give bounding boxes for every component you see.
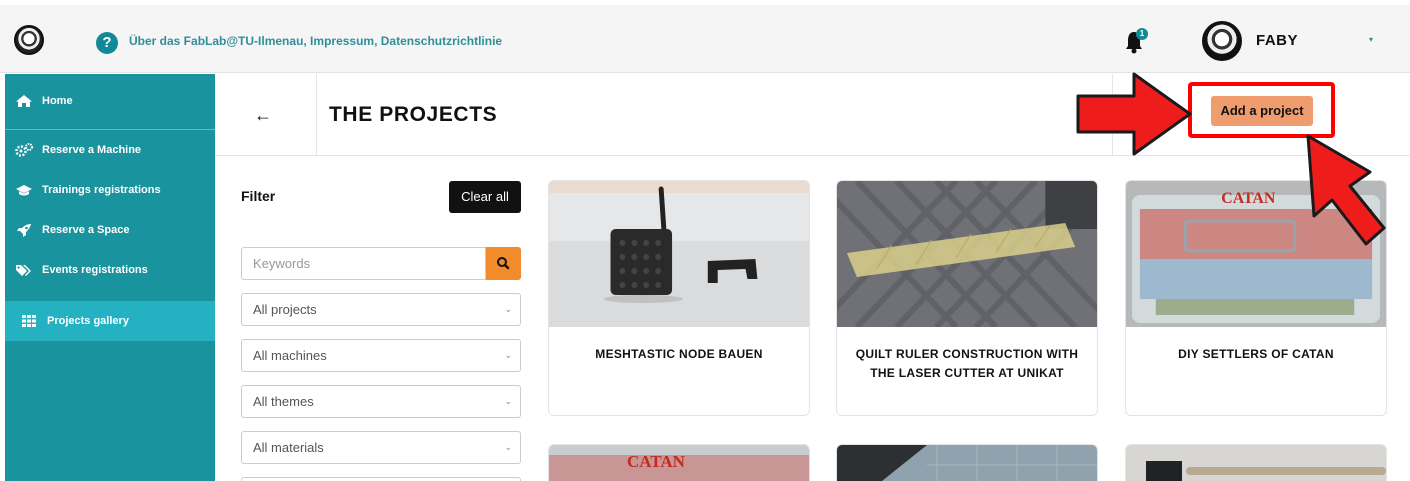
notification-badge: 1 <box>1136 28 1148 40</box>
select-value: All materials <box>253 440 324 455</box>
catan-text: CATAN <box>627 452 686 471</box>
home-icon <box>16 95 32 107</box>
chevron-down-icon: ⌄ <box>504 304 512 314</box>
gears-icon <box>15 143 33 157</box>
sidebar-item-label: Events registrations <box>42 264 148 276</box>
clear-all-button[interactable]: Clear all <box>449 181 521 213</box>
filter-select[interactable] <box>241 477 521 481</box>
top-bar: ? Über das FabLab@TU-Ilmenau, Impressum,… <box>0 5 1410 73</box>
username[interactable]: FABY <box>1256 32 1298 49</box>
project-title[interactable]: DIY SETTLERS OF CATAN <box>1140 345 1372 364</box>
sidebar-item-events[interactable]: Events registrations <box>5 251 215 289</box>
page-title: THE PROJECTS <box>329 103 498 126</box>
chevron-down-icon: ⌄ <box>504 396 512 406</box>
divider <box>316 74 317 156</box>
sidebar-item-label: Reserve a Space <box>42 224 130 236</box>
select-value: All projects <box>253 302 317 317</box>
about-link[interactable]: Über das FabLab@TU-Ilmenau, Impressum, D… <box>129 34 502 48</box>
catan-text: CATAN <box>1221 190 1276 207</box>
rocket-icon <box>17 224 31 237</box>
project-card[interactable]: CATAN <box>548 444 810 481</box>
project-card[interactable]: QUILT RULER CONSTRUCTION WITH THE LASER … <box>836 180 1098 416</box>
project-card[interactable] <box>1125 444 1387 481</box>
project-title[interactable]: QUILT RULER CONSTRUCTION WITH THE LASER … <box>851 345 1083 383</box>
sidebar-item-trainings[interactable]: Trainings registrations <box>5 171 215 209</box>
search-button[interactable] <box>486 247 521 280</box>
back-button[interactable]: ← <box>248 100 278 130</box>
projects-select[interactable]: All projects ⌄ <box>241 293 521 326</box>
chevron-down-icon[interactable]: ▾ <box>1369 35 1373 44</box>
machines-select[interactable]: All machines ⌄ <box>241 339 521 372</box>
sidebar-item-projects-gallery[interactable]: Projects gallery <box>5 301 215 341</box>
avatar[interactable] <box>1202 21 1242 61</box>
help-icon[interactable]: ? <box>96 32 118 54</box>
sidebar: Home Reserve a Machine Trainings registr… <box>5 74 215 481</box>
project-title[interactable]: MESHTASTIC NODE BAUEN <box>563 345 795 364</box>
project-image <box>549 181 809 327</box>
project-image: CATAN <box>549 445 809 481</box>
sidebar-item-label: Trainings registrations <box>42 184 161 196</box>
sidebar-item-reserve-machine[interactable]: Reserve a Machine <box>5 131 215 169</box>
project-image <box>837 445 1097 481</box>
select-value: All machines <box>253 348 327 363</box>
select-value: All themes <box>253 394 314 409</box>
project-card[interactable]: CATAN DIY SETTLERS OF CATAN <box>1125 180 1387 416</box>
fablab-logo[interactable] <box>14 25 44 55</box>
filter-title: Filter <box>241 188 276 204</box>
themes-select[interactable]: All themes ⌄ <box>241 385 521 418</box>
keywords-input[interactable]: Keywords <box>241 247 486 280</box>
divider <box>1112 74 1113 156</box>
project-image <box>1126 445 1386 481</box>
materials-select[interactable]: All materials ⌄ <box>241 431 521 464</box>
sidebar-item-label: Projects gallery <box>47 315 129 327</box>
sidebar-item-label: Home <box>42 95 73 107</box>
sidebar-item-reserve-space[interactable]: Reserve a Space <box>5 211 215 249</box>
chevron-down-icon: ⌄ <box>504 442 512 452</box>
sidebar-item-home[interactable]: Home <box>5 82 215 120</box>
search-icon <box>497 257 510 270</box>
tags-icon <box>16 265 31 276</box>
project-image <box>837 181 1097 327</box>
project-card[interactable] <box>836 444 1098 481</box>
grid-icon <box>22 315 36 327</box>
divider <box>5 129 215 130</box>
sidebar-item-label: Reserve a Machine <box>42 144 142 156</box>
add-project-button[interactable]: Add a project <box>1211 96 1313 126</box>
graduation-cap-icon <box>16 185 32 196</box>
project-image: CATAN <box>1126 181 1386 327</box>
project-card[interactable]: MESHTASTIC NODE BAUEN <box>548 180 810 416</box>
chevron-down-icon: ⌄ <box>504 350 512 360</box>
